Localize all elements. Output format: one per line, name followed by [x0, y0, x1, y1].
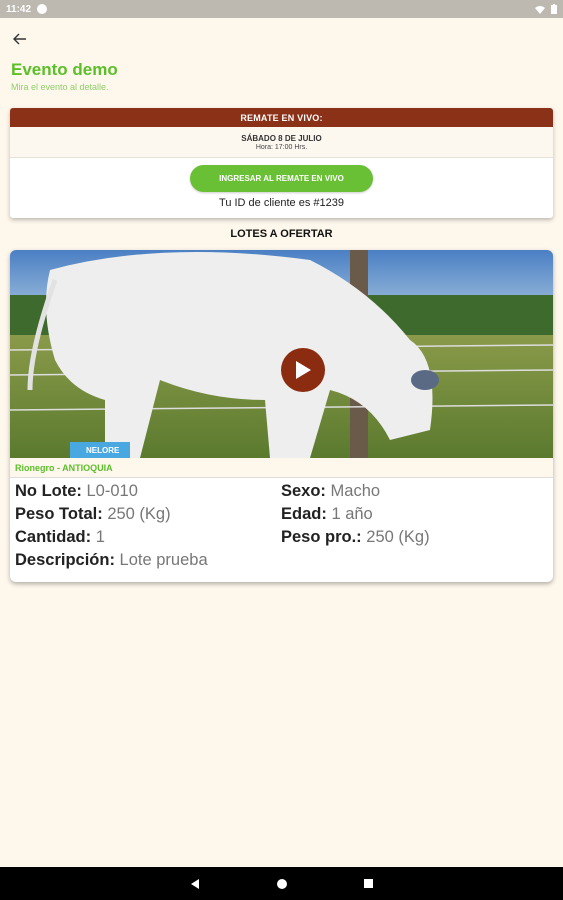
- lot-media-badge: NELORE: [86, 446, 120, 455]
- live-event-card: REMATE EN VIVO: SÁBADO 8 DE JULIO Hora: …: [10, 108, 553, 218]
- status-bar: 11:42: [0, 0, 563, 18]
- edad-label: Edad:: [281, 505, 327, 523]
- triangle-back-icon: [191, 878, 199, 889]
- detail-peso-total: Peso Total: 250 (Kg): [15, 505, 171, 527]
- status-time: 11:42: [6, 3, 32, 15]
- page-subtitle: Mira el evento al detalle.: [11, 82, 109, 92]
- nav-back-button[interactable]: [189, 878, 201, 890]
- arrow-left-icon: [13, 33, 26, 45]
- battery-icon: [551, 4, 557, 14]
- circle-home-icon: [277, 878, 287, 889]
- lot-video-thumbnail[interactable]: NELORE: [10, 250, 553, 458]
- page-title: Evento demo: [11, 60, 118, 79]
- back-button[interactable]: [8, 28, 32, 50]
- detail-cantidad: Cantidad: 1: [15, 528, 105, 550]
- cantidad-label: Cantidad:: [15, 528, 92, 546]
- system-nav-bar: [0, 867, 563, 900]
- event-hour: Hora: 17:00 Hrs.: [255, 143, 308, 151]
- wifi-icon: [535, 5, 545, 14]
- nav-recents-button[interactable]: [363, 878, 374, 889]
- lot-details: No Lote: L0-010 Sexo: Macho Peso Total: …: [15, 482, 548, 578]
- lot-location: Rionegro - ANTIOQUIA: [10, 458, 553, 478]
- peso-total-value: 250 (Kg): [107, 505, 171, 523]
- lots-section-title: LOTES A OFERTAR: [230, 228, 333, 240]
- cattle-image: NELORE: [10, 250, 553, 458]
- descripcion-value: Lote prueba: [119, 551, 208, 569]
- client-id-text: Tu ID de cliente es #1239: [219, 197, 344, 209]
- notification-icon: [37, 4, 48, 14]
- detail-sexo: Sexo: Macho: [281, 482, 380, 504]
- event-date: SÁBADO 8 DE JULIO: [241, 133, 322, 143]
- peso-pro-value: 250 (Kg): [366, 528, 430, 546]
- detail-no-lote: No Lote: L0-010: [15, 482, 138, 504]
- descripcion-label: Descripción:: [15, 551, 115, 569]
- detail-peso-pro: Peso pro.: 250 (Kg): [281, 528, 430, 550]
- lot-card[interactable]: NELORE Rionegro - ANTIOQUIA No Lote: L0-…: [10, 250, 553, 582]
- sexo-value: Macho: [330, 482, 381, 500]
- peso-total-label: Peso Total:: [15, 505, 103, 523]
- detail-edad: Edad: 1 año: [281, 505, 373, 527]
- detail-descripcion: Descripción: Lote prueba: [15, 551, 208, 573]
- edad-value: 1 año: [331, 505, 373, 523]
- status-icons: [535, 4, 557, 14]
- play-icon: [296, 361, 311, 379]
- no-lote-value: L0-010: [86, 482, 138, 500]
- nav-home-button[interactable]: [276, 878, 288, 890]
- play-button[interactable]: [281, 348, 325, 392]
- square-recents-icon: [364, 879, 373, 888]
- event-header: REMATE EN VIVO:: [10, 108, 553, 127]
- no-lote-label: No Lote:: [15, 482, 82, 500]
- event-date-box: SÁBADO 8 DE JULIO Hora: 17:00 Hrs.: [10, 127, 553, 158]
- enter-live-auction-button[interactable]: INGRESAR AL REMATE EN VIVO: [190, 165, 373, 192]
- cantidad-value: 1: [95, 528, 105, 546]
- sexo-label: Sexo:: [281, 482, 326, 500]
- peso-pro-label: Peso pro.:: [281, 528, 362, 546]
